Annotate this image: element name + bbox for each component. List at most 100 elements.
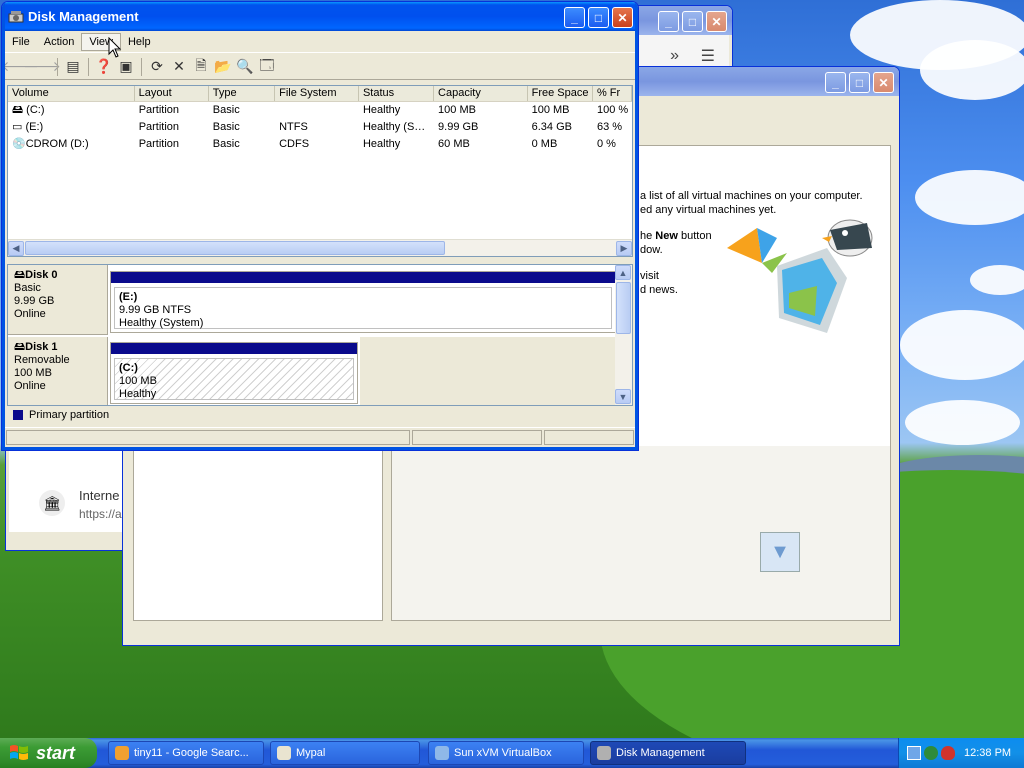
overflow-chevron-icon[interactable]: » — [670, 47, 679, 65]
minimize-button[interactable]: _ — [564, 7, 585, 28]
column-percent-free[interactable]: % Fr — [593, 86, 632, 101]
disk-size: 100 MB — [14, 367, 52, 379]
windows-flag-icon — [10, 745, 28, 760]
primary-partition-bar — [111, 272, 615, 283]
table-cell: 0 MB — [531, 138, 558, 150]
table-cell: 63 % — [596, 121, 623, 133]
maximize-button[interactable]: □ — [849, 72, 870, 93]
browser-icon — [115, 746, 129, 760]
welcome-text-part: he — [640, 230, 656, 242]
table-cell: Healthy (S… — [362, 121, 426, 133]
table-cell: Basic — [212, 138, 240, 150]
welcome-line: a list of all virtual machines on your c… — [640, 190, 863, 202]
partition-info: (E:) 9.99 GB NTFS Healthy (System) — [114, 287, 612, 329]
partition-c[interactable]: (C:) 100 MB Healthy — [110, 342, 358, 404]
close-button[interactable]: ✕ — [706, 11, 727, 32]
menu-hamburger-icon[interactable]: ☰ — [701, 46, 715, 66]
start-button[interactable]: start — [0, 738, 97, 768]
taskbar: start tiny11 - Google Searc... Mypal Sun… — [0, 738, 1024, 768]
column-status[interactable]: Status — [359, 86, 435, 101]
refresh-icon[interactable]: ⟳ — [146, 56, 168, 78]
clock[interactable]: 12:38 PM — [964, 747, 1011, 759]
maximize-button[interactable]: □ — [588, 7, 609, 28]
start-label: start — [36, 742, 76, 763]
column-type[interactable]: Type — [209, 86, 276, 101]
network-icon[interactable] — [907, 746, 921, 760]
security-shield-icon[interactable] — [924, 746, 938, 760]
status-pane — [6, 430, 411, 445]
task-disk-management[interactable]: Disk Management — [590, 741, 746, 765]
forward-icon[interactable]: 🡒 — [23, 56, 61, 78]
disk-0-label[interactable]: 🖴Disk 0 Basic 9.99 GB Online — [8, 265, 108, 335]
show-hide-tree-icon[interactable]: ▤ — [62, 56, 84, 78]
welcome-text-part: button — [677, 230, 712, 242]
hard-drive-icon: ▭ — [12, 121, 26, 133]
arrow-down-icon: ▼ — [770, 540, 790, 563]
legend-bar: Primary partition — [7, 406, 633, 423]
column-layout[interactable]: Layout — [135, 86, 209, 101]
task-google-search[interactable]: tiny11 - Google Searc... — [108, 741, 264, 765]
table-cell — [275, 102, 359, 119]
table-cell: 9.99 GB — [438, 121, 479, 133]
task-virtualbox[interactable]: Sun xVM VirtualBox — [428, 741, 584, 765]
disk-name: Disk 0 — [25, 269, 58, 281]
horizontal-scrollbar[interactable]: ◀ ▶ — [8, 239, 632, 256]
status-pane — [412, 430, 543, 445]
cloud — [900, 310, 1024, 380]
cloud — [915, 170, 1024, 225]
task-mypal[interactable]: Mypal — [270, 741, 420, 765]
minimize-button[interactable]: _ — [658, 11, 679, 32]
disk-1-label[interactable]: 🖴Disk 1 Removable 100 MB Online — [8, 337, 108, 405]
column-file-system[interactable]: File System — [275, 86, 359, 101]
status-pane — [544, 430, 634, 445]
menu-action[interactable]: Action — [37, 34, 82, 50]
open-folder-icon[interactable]: 📂 — [212, 56, 234, 78]
close-button[interactable]: ✕ — [873, 72, 894, 93]
column-free-space[interactable]: Free Space — [528, 86, 593, 101]
table-cell: 0 % — [596, 138, 616, 150]
menu-file[interactable]: File — [5, 34, 37, 50]
maximize-button[interactable]: □ — [682, 11, 703, 32]
partition-size: 100 MB — [119, 375, 157, 387]
vertical-scrollbar[interactable]: ▲ ▼ — [615, 265, 632, 405]
table-row[interactable]: 💿CDROM (D:) Partition Basic CDFS Healthy… — [8, 136, 632, 153]
close-button[interactable]: ✕ — [612, 7, 633, 28]
scroll-thumb[interactable] — [25, 241, 445, 255]
partition-e[interactable]: (E:) 9.99 GB NTFS Healthy (System) — [110, 271, 616, 333]
table-row[interactable]: ▭ (E:) Partition Basic NTFS Healthy (S… … — [8, 119, 632, 136]
unallocated-area — [360, 337, 615, 405]
table-cell: Partition — [138, 121, 180, 133]
window-title: Disk Management — [28, 9, 139, 24]
task-label: Sun xVM VirtualBox — [454, 747, 552, 759]
scroll-right-icon[interactable]: ▶ — [616, 241, 632, 256]
properties-page-icon[interactable]: 🗎 — [190, 56, 212, 78]
cell-text: (C:) — [26, 104, 45, 116]
partition-letter: (C:) — [119, 362, 138, 374]
table-cell: Healthy — [362, 104, 401, 116]
column-capacity[interactable]: Capacity — [434, 86, 528, 101]
delete-icon[interactable]: ✕ — [168, 56, 190, 78]
scroll-left-icon[interactable]: ◀ — [8, 241, 24, 256]
scroll-up-icon[interactable]: ▲ — [615, 265, 631, 280]
table-row[interactable]: 🖴 (C:) Partition Basic Healthy 100 MB 10… — [8, 102, 632, 119]
virtualbox-logo — [727, 219, 873, 333]
volume-cell: 💿CDROM (D:) — [8, 136, 135, 153]
minimize-button[interactable]: _ — [825, 72, 846, 93]
scroll-down-button[interactable]: ▼ — [760, 532, 800, 572]
scroll-thumb[interactable] — [616, 282, 631, 334]
table-cell: 100 MB — [531, 104, 570, 116]
disk-name: Disk 1 — [25, 341, 58, 353]
search-icon[interactable]: 🔍 — [234, 56, 256, 78]
mypal-icon — [277, 746, 291, 760]
menu-bar: File Action View Help — [5, 31, 635, 53]
table-cell: Basic — [212, 104, 240, 116]
disk-management-window: Disk Management _ □ ✕ File Action View H… — [1, 1, 639, 451]
column-volume[interactable]: Volume — [8, 86, 135, 101]
cell-text: (E:) — [25, 121, 44, 133]
scroll-down-icon[interactable]: ▼ — [615, 389, 631, 404]
security-alert-icon[interactable] — [941, 746, 955, 760]
menu-help[interactable]: Help — [121, 34, 158, 50]
volume-cell: ▭ (E:) — [8, 119, 135, 136]
toolbar-separator — [141, 57, 142, 76]
settings-icon[interactable]: 🗔 — [256, 56, 278, 78]
